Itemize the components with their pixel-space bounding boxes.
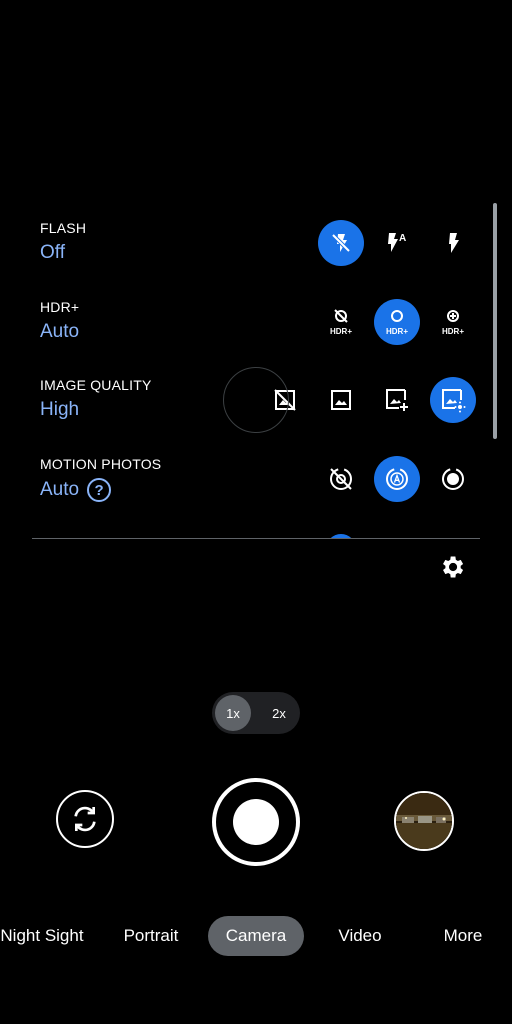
- hdr-auto-icon: HDR+: [386, 310, 408, 336]
- flash-on-icon: [449, 233, 459, 253]
- hdr-enhanced-label: HDR+: [442, 327, 464, 336]
- mode-bar: Night Sight Portrait Camera Video More: [0, 916, 512, 956]
- zoom-toggle: 1x 2x: [212, 692, 300, 734]
- flash-auto-badge: A: [399, 233, 406, 244]
- quality-standard-icon: [331, 390, 351, 410]
- setting-label: IMAGE QUALITY: [40, 377, 152, 393]
- quality-high-option[interactable]: [430, 377, 476, 423]
- quality-high-icon: [442, 389, 466, 413]
- hdr-auto-label: HDR+: [386, 327, 408, 336]
- focus-ring: [223, 367, 289, 433]
- flash-auto-option[interactable]: A: [374, 220, 420, 266]
- settings-scrollbar[interactable]: [493, 203, 497, 439]
- motion-on-icon: [442, 468, 464, 490]
- flash-off-option[interactable]: [318, 220, 364, 266]
- hdr-enhanced-icon: HDR+: [442, 310, 464, 336]
- hdr-auto-option[interactable]: HDR+: [374, 299, 420, 345]
- setting-value: Auto: [40, 321, 80, 342]
- setting-label: MOTION PHOTOS: [40, 456, 162, 472]
- mode-more[interactable]: More: [428, 916, 498, 956]
- flash-on-option[interactable]: [430, 220, 476, 266]
- quality-plus-icon: [386, 389, 408, 411]
- settings-divider: [32, 538, 480, 539]
- flash-auto-icon: A: [388, 233, 406, 252]
- mode-video[interactable]: Video: [322, 916, 398, 956]
- mode-camera[interactable]: Camera: [208, 916, 304, 956]
- flash-off-icon: [331, 233, 351, 253]
- quality-standard-option[interactable]: [318, 377, 364, 423]
- hdr-off-icon: HDR+: [330, 309, 352, 336]
- photo-thumbnail-image: [396, 793, 452, 849]
- motion-off-option[interactable]: [318, 456, 364, 502]
- zoom-2x-button[interactable]: 2x: [261, 695, 297, 731]
- settings-button[interactable]: [438, 553, 466, 586]
- setting-value: Off: [40, 242, 65, 263]
- switch-camera-button[interactable]: [56, 790, 114, 848]
- shutter-inner: [233, 799, 279, 845]
- hdr-enhanced-option[interactable]: HDR+: [430, 299, 476, 345]
- setting-label: HDR+: [40, 299, 80, 315]
- mode-portrait[interactable]: Portrait: [108, 916, 194, 956]
- zoom-1x-button[interactable]: 1x: [215, 695, 251, 731]
- hdr-off-option[interactable]: HDR+: [318, 299, 364, 345]
- setting-value: High: [40, 399, 80, 420]
- help-icon[interactable]: ?: [87, 478, 112, 502]
- quality-plus-option[interactable]: [374, 377, 420, 423]
- motion-off-icon: [330, 468, 352, 490]
- setting-value: Auto: [40, 479, 80, 500]
- mode-night-sight[interactable]: Night Sight: [0, 916, 92, 956]
- shutter-button[interactable]: [212, 778, 300, 866]
- setting-label: FLASH: [40, 220, 87, 236]
- hdr-off-label: HDR+: [330, 327, 352, 336]
- motion-auto-option[interactable]: [374, 456, 420, 502]
- gallery-thumbnail[interactable]: [394, 791, 454, 851]
- motion-auto-icon: [386, 468, 408, 490]
- motion-on-option[interactable]: [430, 456, 476, 502]
- gear-icon: [443, 556, 464, 578]
- camera-switch-icon: [74, 806, 96, 832]
- setting-value-wrap: Auto ?: [40, 478, 112, 502]
